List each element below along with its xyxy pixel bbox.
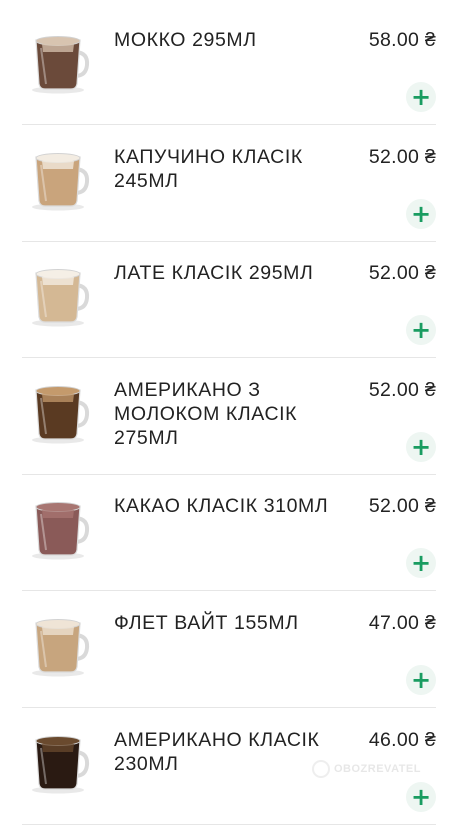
- menu-item[interactable]: КАКАО КЛАСІК 310МЛ 52.00 ₴ +: [22, 474, 436, 592]
- watermark-text: OBOZREVATEL: [334, 763, 421, 775]
- item-name: АМЕРИКАНО З МОЛОКОМ КЛАСІК 275МЛ: [114, 378, 298, 449]
- item-price: 58.00 ₴: [368, 29, 436, 51]
- add-to-cart-button[interactable]: +: [406, 431, 436, 462]
- item-price: 52.00 ₴: [368, 378, 436, 401]
- cappuccino-cup-icon: [28, 145, 94, 213]
- plus-icon: +: [410, 83, 432, 111]
- item-price: 47.00 ₴: [368, 612, 436, 634]
- cocoa-cup-icon: [28, 494, 94, 562]
- plus-icon: +: [410, 199, 432, 228]
- menu-item[interactable]: КАПУЧИНО КЛАСІК 245МЛ 52.00 ₴ +: [22, 125, 436, 242]
- americano-cup-icon: [28, 728, 94, 796]
- americano-milk-cup-icon: [28, 378, 94, 446]
- item-name: ЛАТЕ КЛАСІК 295МЛ: [114, 262, 314, 285]
- add-to-cart-button[interactable]: +: [406, 198, 436, 229]
- item-name: КАПУЧИНО КЛАСІК 245МЛ: [114, 145, 303, 192]
- menu-item[interactable]: ЛАТЕ КЛАСІК 295МЛ 52.00 ₴ +: [22, 241, 436, 359]
- item-price: 46.00 ₴: [368, 728, 436, 751]
- plus-icon: +: [410, 666, 432, 694]
- item-price: 52.00 ₴: [368, 262, 436, 285]
- flat-white-cup-icon: [28, 611, 94, 679]
- item-name: ФЛЕТ ВАЙТ 155МЛ: [114, 612, 299, 634]
- plus-icon: +: [410, 549, 432, 578]
- plus-icon: +: [410, 432, 432, 461]
- item-price: 52.00 ₴: [368, 145, 436, 168]
- item-name: АМЕРИКАНО КЛАСІК 230МЛ: [114, 728, 320, 775]
- add-to-cart-button[interactable]: +: [406, 781, 436, 812]
- add-to-cart-button[interactable]: +: [406, 82, 436, 112]
- watermark-logo-icon: [312, 760, 330, 778]
- latte-cup-icon: [28, 261, 94, 329]
- item-price: 52.00 ₴: [368, 495, 436, 518]
- plus-icon: +: [410, 782, 432, 811]
- add-to-cart-button[interactable]: +: [406, 665, 436, 695]
- mocha-cup-icon: [28, 28, 94, 96]
- menu-item[interactable]: АМЕРИКАНО З МОЛОКОМ КЛАСІК 275МЛ 52.00 ₴ +: [22, 358, 436, 475]
- watermark: OBOZREVATEL: [312, 760, 421, 778]
- item-name: МОККО 295МЛ: [114, 29, 257, 51]
- menu-item[interactable]: ФЛЕТ ВАЙТ 155МЛ 47.00 ₴ +: [22, 591, 436, 708]
- add-to-cart-button[interactable]: +: [406, 315, 436, 346]
- menu-item[interactable]: МОККО 295МЛ 58.00 ₴ +: [22, 8, 436, 125]
- add-to-cart-button[interactable]: +: [406, 548, 436, 579]
- item-name: КАКАО КЛАСІК 310МЛ: [114, 495, 329, 518]
- plus-icon: +: [410, 316, 432, 345]
